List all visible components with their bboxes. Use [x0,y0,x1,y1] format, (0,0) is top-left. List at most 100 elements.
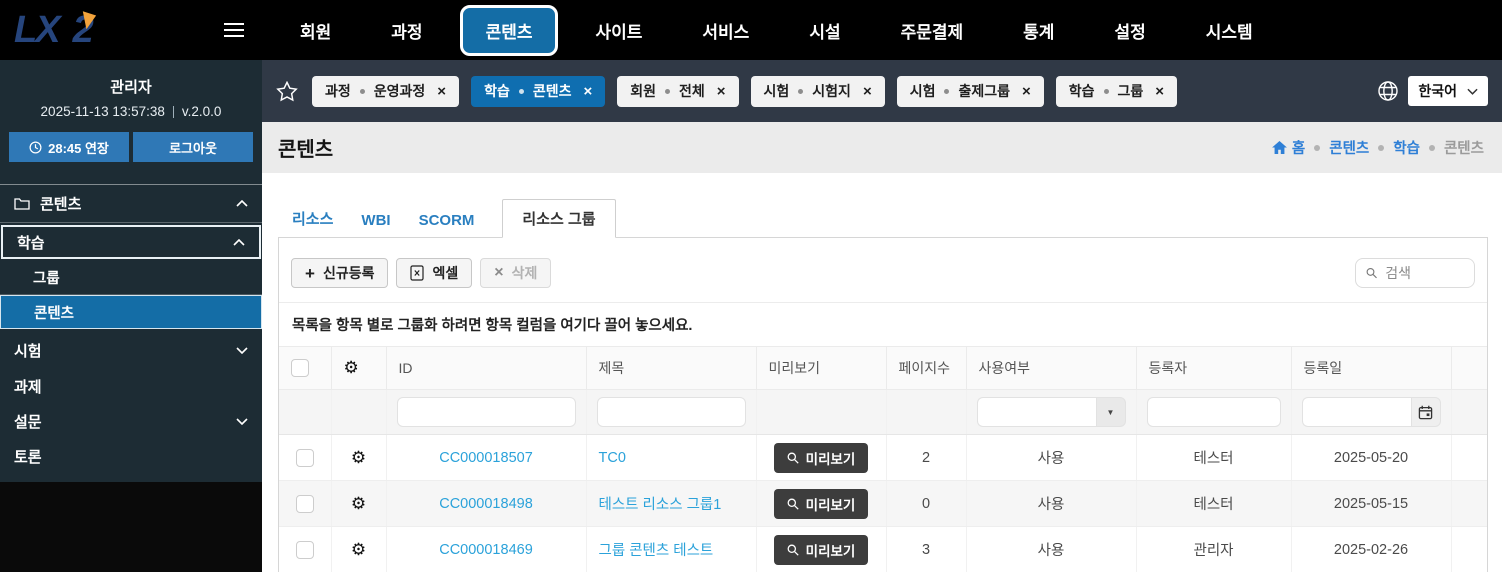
column-header-id[interactable]: ID [386,346,587,390]
excel-export-button[interactable]: 엑셀 [396,258,473,288]
chevron-up-icon[interactable] [236,200,248,207]
search-input[interactable] [1385,265,1464,281]
plus-icon: + [305,263,315,283]
filter-title-input[interactable] [596,397,746,427]
row-id-link[interactable]: CC000018498 [439,496,533,512]
chip-member-all[interactable]: 회원 전체 × [617,75,739,107]
row-reg-date: 2025-02-26 [1291,526,1452,572]
row-id-link[interactable]: CC000018469 [439,542,533,558]
resource-group-table: ⚙ ID 제목 미리보기 페이지수 사용여부 등록자 등록일 ▼ ⚙ CC000… [279,346,1487,572]
app-logo[interactable]: LX 2 [14,11,144,49]
row-settings-gear-icon[interactable]: ⚙ [351,494,366,513]
search-icon [787,498,799,510]
session-datetime: 2025-11-13 13:57:38 [40,104,165,119]
sidebar-item-label: 설문 [14,414,42,431]
chip-close-icon[interactable]: × [1155,83,1164,100]
breadcrumb-link-contents[interactable]: 콘텐츠 [1329,137,1369,158]
chip-close-icon[interactable]: × [717,83,726,100]
chip-learning-contents-active[interactable]: 학습 콘텐츠 × [471,75,606,107]
filter-registrant-input[interactable] [1146,397,1281,427]
sidebar-item-discussion[interactable]: 토론 [0,439,262,474]
nav-item-facilities[interactable]: 시설 [779,18,870,43]
chevron-up-icon[interactable] [233,238,245,246]
sidebar-item-label: 과제 [14,379,42,396]
app-version: v.2.0.0 [181,104,222,119]
column-settings-gear-icon[interactable]: ⚙ [344,358,359,377]
hamburger-menu-icon[interactable] [224,23,244,37]
row-checkbox[interactable] [295,494,314,513]
row-checkbox[interactable] [295,540,314,559]
row-settings-gear-icon[interactable]: ⚙ [351,540,366,559]
sidebar-item-assignment[interactable]: 과제 [0,369,262,404]
row-checkbox[interactable] [295,448,314,467]
filter-date-input[interactable] [1301,397,1411,427]
filter-use-input[interactable] [976,397,1096,427]
chip-learning-group[interactable]: 학습 그룹 × [1055,75,1178,107]
search-box[interactable] [1355,258,1475,288]
tab-wbi[interactable]: WBI [347,204,404,237]
nav-item-services[interactable]: 서비스 [672,18,779,43]
chip-exam-question-group[interactable]: 시험 출제그룹 × [896,75,1044,107]
tab-resource-group-active[interactable]: 리소스 그룹 [502,199,616,238]
sidebar-item-label: 토론 [14,449,42,466]
column-header-title[interactable]: 제목 [586,346,757,390]
column-header-pages[interactable]: 페이지수 [886,346,967,390]
preview-button[interactable]: 미리보기 [773,534,869,565]
sidebar-item-group[interactable]: 그룹 [0,261,262,295]
favorite-star-icon[interactable] [276,80,298,102]
new-register-button[interactable]: + 신규등록 [291,258,389,288]
row-settings-gear-icon[interactable]: ⚙ [351,448,366,467]
row-reg-date: 2025-05-20 [1291,434,1452,481]
nav-item-members[interactable]: 회원 [270,18,361,43]
table-row: ⚙ CC000018469 그룹 콘텐츠 테스트 미리보기 3 사용 관리자 2… [279,526,1487,572]
session-extend-button[interactable]: 28:45 연장 [9,132,129,162]
chip-close-icon[interactable]: × [583,83,592,100]
nav-item-contents-active[interactable]: 콘텐츠 [459,4,559,56]
logout-button[interactable]: 로그아웃 [133,132,253,162]
nav-item-system[interactable]: 시스템 [1176,18,1283,43]
tab-resource[interactable]: 리소스 [278,200,347,237]
nav-item-courses[interactable]: 과정 [361,18,452,43]
sidebar-item-contents-selected[interactable]: 콘텐츠 [0,295,262,329]
filter-id-input[interactable] [396,397,576,427]
preview-button[interactable]: 미리보기 [773,488,869,519]
language-select[interactable]: 한국어 [1408,76,1488,106]
nav-item-site[interactable]: 사이트 [565,18,672,43]
row-registrant: 테스터 [1136,434,1292,481]
column-header-registrant[interactable]: 등록자 [1136,346,1292,390]
chevron-down-icon[interactable] [236,418,248,425]
breadcrumb-home-link[interactable]: 홈 [1271,137,1305,158]
delete-button[interactable]: × 삭제 [480,258,552,288]
sidebar-item-survey[interactable]: 설문 [0,404,262,439]
row-title-link[interactable]: TC0 [599,450,626,466]
breadcrumb-current: 콘텐츠 [1443,141,1484,157]
column-header-use[interactable]: 사용여부 [966,346,1137,390]
sidebar-item-exam[interactable]: 시험 [0,331,262,369]
nav-item-orders-payments[interactable]: 주문결제 [871,18,994,43]
column-header-reg-date[interactable]: 등록일 [1291,346,1452,390]
chevron-down-icon[interactable] [236,346,248,354]
row-title-link[interactable]: 테스트 리소스 그룹1 [599,497,722,513]
nav-item-statistics[interactable]: 통계 [993,18,1084,43]
calendar-icon[interactable] [1410,397,1441,427]
chip-exam-paper[interactable]: 시험 시험지 × [750,75,885,107]
row-id-link[interactable]: CC000018507 [439,450,533,466]
chip-course-operating[interactable]: 과정 운영과정 × [312,75,460,107]
chip-close-icon[interactable]: × [863,83,872,100]
main-content: 리소스 WBI SCORM 리소스 그룹 + 신규등록 엑셀 × 삭제 검색 목… [262,173,1502,572]
breadcrumb-link-learning[interactable]: 학습 [1393,137,1420,158]
preview-button[interactable]: 미리보기 [773,442,869,473]
row-title-link[interactable]: 그룹 콘텐츠 테스트 [599,543,714,559]
chip-close-icon[interactable]: × [1022,83,1031,100]
chip-close-icon[interactable]: × [437,83,446,100]
row-registrant: 테스터 [1136,480,1292,527]
filter-use-dropdown-icon[interactable]: ▼ [1095,397,1126,427]
sidebar-item-learning[interactable]: 학습 [1,225,261,259]
select-all-checkbox[interactable] [291,359,309,378]
tab-scorm[interactable]: SCORM [405,204,489,237]
sidebar-section-contents[interactable]: 콘텐츠 [0,185,262,223]
nav-item-settings[interactable]: 설정 [1084,18,1175,43]
row-use-status: 사용 [966,526,1137,572]
filter-row: ▼ [279,389,1487,435]
column-header-preview[interactable]: 미리보기 [756,346,887,390]
